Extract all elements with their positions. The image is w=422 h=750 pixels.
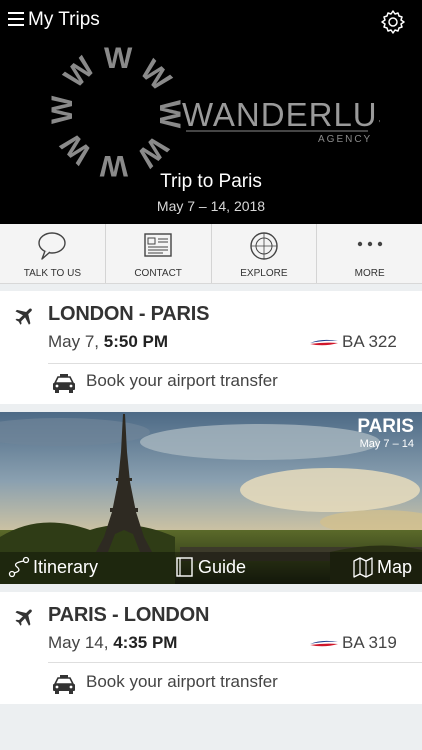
flight-card-outbound[interactable]: LONDON - PARIS May 7, 5:50 PM BA 322 Boo… xyxy=(0,291,422,404)
explore-button[interactable]: EXPLORE xyxy=(212,224,318,283)
book-transfer-label: Book your airport transfer xyxy=(86,371,278,390)
guide-link[interactable]: Guide xyxy=(175,556,246,578)
explore-label: EXPLORE xyxy=(240,268,288,279)
taxi-icon xyxy=(53,675,75,694)
destination-dates: May 7 – 14 xyxy=(359,438,414,450)
flight-number: BA 319 xyxy=(310,633,397,653)
destination-photo[interactable]: PARIS May 7 – 14 Itinerary Guide Map xyxy=(0,412,422,584)
menu-icon[interactable] xyxy=(8,12,24,26)
destination-city: PARIS xyxy=(357,416,414,437)
destination-links: Itinerary Guide Map xyxy=(0,552,422,584)
logo-wordmark: WANDERLUST xyxy=(182,96,380,133)
book-transfer-label: Book your airport transfer xyxy=(86,672,278,691)
airplane-icon xyxy=(15,308,32,325)
wanderlust-logo: W WANDERLUST AGENCY xyxy=(50,42,380,182)
taxi-icon xyxy=(53,374,75,393)
flight-route: PARIS - LONDON xyxy=(48,604,210,626)
trip-header: My Trips W WANDERLUST AGENCY Trip to Par… xyxy=(0,0,422,224)
map-icon xyxy=(353,557,373,578)
svg-text:W: W xyxy=(104,42,133,75)
guide-book-icon xyxy=(176,557,193,577)
action-bar: TALK TO US CONTACT EXPLORE MORE xyxy=(0,224,422,284)
trip-title: Trip to Paris xyxy=(160,171,262,192)
flight-route: LONDON - PARIS xyxy=(48,303,210,325)
map-link[interactable]: Map xyxy=(352,556,412,578)
talk-to-us-label: TALK TO US xyxy=(23,268,81,279)
british-airways-logo-icon xyxy=(310,339,338,345)
chat-bubble-icon xyxy=(38,232,67,260)
divider xyxy=(48,363,422,364)
itinerary-link[interactable]: Itinerary xyxy=(8,556,98,578)
contact-card-icon xyxy=(144,233,172,257)
british-airways-logo-icon xyxy=(310,640,338,646)
flight-number: BA 322 xyxy=(310,332,397,352)
compass-icon xyxy=(250,232,278,260)
flight-datetime: May 7, 5:50 PM xyxy=(48,332,169,351)
logo-subtitle: AGENCY xyxy=(318,134,372,145)
airplane-icon xyxy=(15,609,32,626)
page-title[interactable]: My Trips xyxy=(28,9,100,31)
settings-gear-icon[interactable] xyxy=(380,9,406,35)
contact-label: CONTACT xyxy=(134,268,182,279)
trip-dates: May 7 – 14, 2018 xyxy=(156,198,266,214)
contact-button[interactable]: CONTACT xyxy=(106,224,212,283)
route-icon xyxy=(8,556,30,578)
flight-datetime: May 14, 4:35 PM xyxy=(48,633,178,652)
more-label: MORE xyxy=(354,268,385,279)
talk-to-us-button[interactable]: TALK TO US xyxy=(0,224,106,283)
more-button[interactable]: MORE xyxy=(317,224,422,283)
more-dots-icon xyxy=(357,241,382,247)
divider xyxy=(48,662,422,663)
flight-card-return[interactable]: PARIS - LONDON May 14, 4:35 PM BA 319 Bo… xyxy=(0,592,422,704)
